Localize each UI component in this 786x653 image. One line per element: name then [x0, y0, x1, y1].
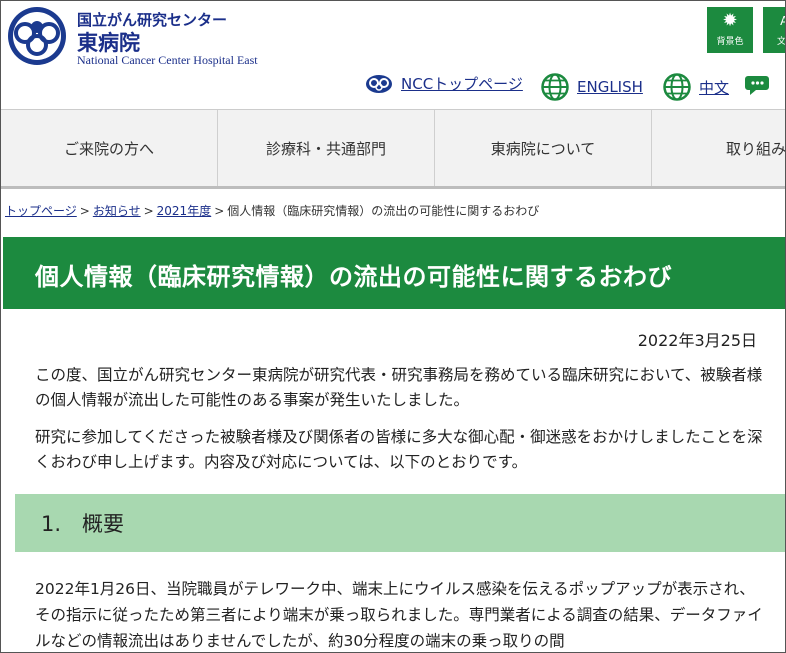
ncc-top-link[interactable]: NCCトップページ [365, 73, 523, 94]
global-nav: ご来院の方へ 診療科・共通部門 東病院について 取り組み [1, 109, 785, 189]
browser-viewport: 国立がん研究センター 東病院 National Cancer Center Ho… [0, 0, 786, 653]
text-size-icon: A. [763, 11, 785, 31]
overview-paragraph: 2022年1月26日、当院職員がテレワーク中、端末上にウイルス感染を伝えるポップ… [35, 580, 763, 650]
ncc-logo-small-icon [366, 74, 392, 93]
section-heading-bar: 1. 概要 [15, 494, 785, 552]
breadcrumb-separator: > [214, 204, 225, 218]
ncc-top-link-label: NCCトップページ [401, 75, 523, 93]
background-color-label: 背景色 [716, 37, 744, 47]
nav-item-departments[interactable]: 診療科・共通部門 [217, 110, 434, 186]
apology-paragraph: 研究に参加してくださった被験者様及び関係者の皆様に多大な御心配・御迷惑をおかけし… [35, 428, 763, 471]
breadcrumb-separator: > [79, 204, 90, 218]
breadcrumb-news[interactable]: お知らせ [93, 204, 141, 218]
ncc-logo-icon[interactable] [5, 5, 69, 67]
chat-link[interactable] [745, 73, 775, 99]
globe-icon [541, 73, 569, 101]
chat-icon [745, 76, 769, 95]
page-title: 個人情報（臨床研究情報）の流出の可能性に関するおわび [35, 263, 672, 291]
english-link-label: ENGLISH [577, 78, 643, 96]
nav-item-initiatives[interactable]: 取り組み [651, 110, 785, 186]
breadcrumb-separator: > [143, 204, 154, 218]
org-name-english: National Cancer Center Hospital East [77, 53, 258, 67]
chinese-link[interactable]: 中文 [663, 73, 729, 101]
breadcrumb-current: 個人情報（臨床研究情報）の流出の可能性に関するおわび [227, 204, 540, 218]
nav-item-about[interactable]: 東病院について [434, 110, 651, 186]
publish-date: 2022年3月25日 [637, 331, 757, 350]
intro-paragraph: この度、国立がん研究センター東病院が研究代表・研究事務局を務めている臨床研究にお… [35, 366, 763, 409]
section-heading: 1. 概要 [41, 512, 125, 536]
background-color-button[interactable]: ✹ 背景色 [707, 7, 753, 53]
breadcrumb-home[interactable]: トップページ [5, 204, 77, 218]
breadcrumb-fiscal-year[interactable]: 2021年度 [157, 204, 212, 218]
page-title-bar: 個人情報（臨床研究情報）の流出の可能性に関するおわび [3, 237, 785, 309]
text-size-button[interactable]: A. 文字 [763, 7, 786, 53]
globe-icon [663, 73, 691, 101]
breadcrumb: トップページ > お知らせ >2021年度 > 個人情報（臨床研究情報）の流出の可能性に関… [5, 202, 539, 219]
brightness-icon: ✹ [722, 10, 738, 31]
chinese-link-label: 中文 [699, 78, 730, 97]
text-size-label: 文字 [776, 37, 786, 47]
nav-item-visitors[interactable]: ご来院の方へ [1, 110, 217, 186]
english-link[interactable]: ENGLISH [541, 73, 643, 101]
